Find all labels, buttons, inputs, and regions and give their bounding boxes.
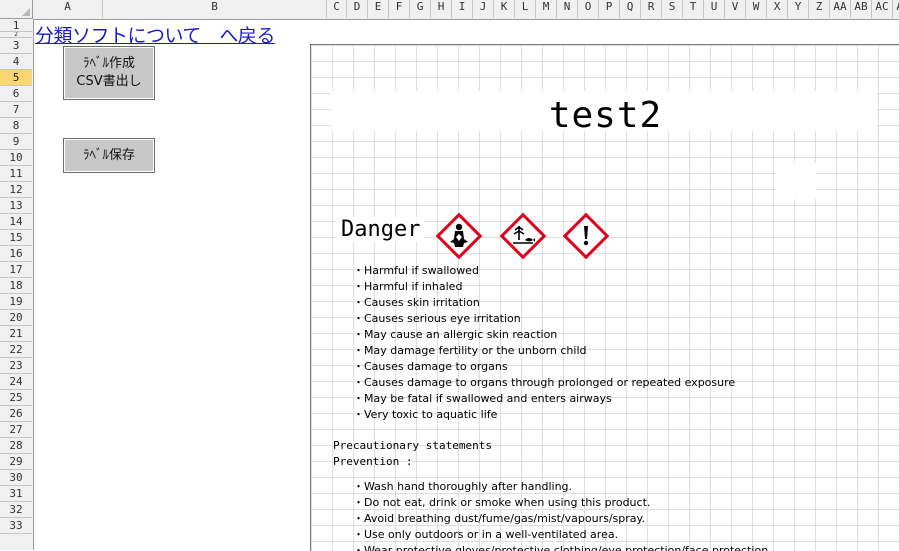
column-header[interactable]: F bbox=[389, 0, 410, 18]
column-header[interactable]: B bbox=[103, 0, 327, 18]
prevention-statement: ・Avoid breathing dust/fume/gas/mist/vapo… bbox=[353, 512, 645, 525]
row-header[interactable]: 27 bbox=[0, 422, 32, 438]
hazard-statement: ・Causes damage to organs through prolong… bbox=[353, 376, 736, 389]
row-header[interactable]: 32 bbox=[0, 502, 32, 518]
column-header[interactable]: V bbox=[725, 0, 746, 18]
row-header[interactable]: 13 bbox=[0, 198, 32, 214]
save-label-button[interactable]: ﾗﾍﾞﾙ保存 bbox=[63, 138, 155, 173]
row-header[interactable]: 23 bbox=[0, 358, 32, 374]
hazard-statement: ・Very toxic to aquatic life bbox=[353, 408, 498, 421]
row-header[interactable]: 20 bbox=[0, 310, 32, 326]
column-header[interactable]: I bbox=[452, 0, 473, 18]
row-header[interactable]: 7 bbox=[0, 102, 32, 118]
row-header[interactable]: 26 bbox=[0, 406, 32, 422]
prevention-heading: Prevention : bbox=[333, 455, 413, 468]
row-header[interactable]: 15 bbox=[0, 230, 32, 246]
column-header[interactable]: E bbox=[368, 0, 389, 18]
create-label-line2: CSV書出し bbox=[76, 74, 142, 89]
row-header[interactable]: 14 bbox=[0, 214, 32, 230]
row-header[interactable]: 16 bbox=[0, 246, 32, 262]
row-header[interactable]: 5 bbox=[0, 70, 32, 86]
environment-icon bbox=[499, 212, 547, 260]
health-hazard-icon bbox=[435, 212, 483, 260]
column-header[interactable]: Q bbox=[620, 0, 641, 18]
row-header[interactable]: 8 bbox=[0, 118, 32, 134]
column-header[interactable]: Z bbox=[809, 0, 830, 18]
row-header[interactable]: 11 bbox=[0, 166, 32, 182]
row-header[interactable]: 22 bbox=[0, 342, 32, 358]
column-header[interactable]: T bbox=[683, 0, 704, 18]
row-header[interactable]: 6 bbox=[0, 86, 32, 102]
hazard-statement: ・Harmful if inhaled bbox=[353, 280, 463, 293]
column-header[interactable]: O bbox=[578, 0, 599, 18]
row-header[interactable]: 4 bbox=[0, 54, 32, 70]
column-header[interactable]: P bbox=[599, 0, 620, 18]
column-header[interactable]: M bbox=[536, 0, 557, 18]
prevention-statement: ・Do not eat, drink or smoke when using t… bbox=[353, 496, 651, 509]
column-header[interactable]: U bbox=[704, 0, 725, 18]
select-all-corner[interactable] bbox=[0, 0, 33, 19]
create-label-line1: ﾗﾍﾞﾙ作成 bbox=[82, 56, 135, 71]
column-header[interactable]: AB bbox=[851, 0, 872, 18]
column-header[interactable]: H bbox=[431, 0, 452, 18]
row-header[interactable]: 24 bbox=[0, 374, 32, 390]
blank-block bbox=[776, 163, 816, 199]
hazard-statement: ・Causes damage to organs bbox=[353, 360, 508, 373]
column-header[interactable]: C bbox=[327, 0, 347, 18]
row-header[interactable]: 31 bbox=[0, 486, 32, 502]
exclamation-mark-icon bbox=[562, 212, 610, 260]
column-header[interactable]: AA bbox=[830, 0, 851, 18]
row-header[interactable]: 10 bbox=[0, 150, 32, 166]
row-header[interactable]: 1 bbox=[0, 19, 32, 32]
prevention-statement: ・Wash hand thoroughly after handling. bbox=[353, 480, 573, 493]
signal-word: Danger bbox=[337, 217, 425, 242]
row-header[interactable]: 29 bbox=[0, 454, 32, 470]
hazard-statement: ・Causes serious eye irritation bbox=[353, 312, 521, 325]
column-header[interactable]: W bbox=[746, 0, 767, 18]
row-header[interactable]: 19 bbox=[0, 294, 32, 310]
row-header[interactable]: 17 bbox=[0, 262, 32, 278]
back-to-about-link[interactable]: 分類ソフトについて へ戻る bbox=[35, 21, 275, 48]
prevention-statements: ・Wash hand thoroughly after handling. ・Do… bbox=[353, 478, 772, 551]
column-header-bar: ABCDEFGHIJKLMNOPQRSTUVWXYZAAABACADAE bbox=[33, 0, 899, 20]
prevention-statement: ・Use only outdoors or in a well-ventilat… bbox=[353, 528, 619, 541]
row-header[interactable]: 33 bbox=[0, 518, 32, 534]
label-title: test2 bbox=[548, 95, 663, 136]
column-header[interactable]: Y bbox=[788, 0, 809, 18]
column-header[interactable]: L bbox=[515, 0, 536, 18]
column-header[interactable]: A bbox=[33, 0, 103, 18]
hazard-statement: ・May damage fertility or the unborn chil… bbox=[353, 344, 587, 357]
row-header[interactable]: 21 bbox=[0, 326, 32, 342]
row-header[interactable]: 3 bbox=[0, 38, 32, 54]
hazard-statement: ・May be fatal if swallowed and enters ai… bbox=[353, 392, 612, 405]
hazard-statements: ・Harmful if swallowed ・Harmful if inhaled… bbox=[353, 262, 735, 422]
column-header[interactable]: R bbox=[641, 0, 662, 18]
column-header[interactable]: X bbox=[767, 0, 788, 18]
column-header[interactable]: N bbox=[557, 0, 578, 18]
hazard-statement: ・May cause an allergic skin reaction bbox=[353, 328, 558, 341]
column-header[interactable]: G bbox=[410, 0, 431, 18]
create-label-csv-button[interactable]: ﾗﾍﾞﾙ作成 CSV書出し bbox=[63, 46, 155, 100]
column-header[interactable]: J bbox=[473, 0, 494, 18]
row-header[interactable]: 9 bbox=[0, 134, 32, 150]
row-header[interactable]: 30 bbox=[0, 470, 32, 486]
column-header[interactable]: AC bbox=[872, 0, 893, 18]
row-header[interactable]: 25 bbox=[0, 390, 32, 406]
column-header[interactable]: K bbox=[494, 0, 515, 18]
hazard-statement: ・Causes skin irritation bbox=[353, 296, 480, 309]
save-label-text: ﾗﾍﾞﾙ保存 bbox=[82, 147, 135, 163]
label-preview: test2 Danger ・Harmful if swallowed ・Harmf… bbox=[310, 44, 899, 551]
row-header[interactable]: 12 bbox=[0, 182, 32, 198]
row-header[interactable]: 28 bbox=[0, 438, 32, 454]
precautionary-heading: Precautionary statements bbox=[333, 439, 492, 452]
hazard-statement: ・Harmful if swallowed bbox=[353, 264, 479, 277]
column-header[interactable]: AD bbox=[893, 0, 899, 18]
column-header[interactable]: S bbox=[662, 0, 683, 18]
row-header[interactable]: 18 bbox=[0, 278, 32, 294]
row-header-bar: 1 2 3 4 5 6 7 8 9 10 11 12 13 14 15 16 17 18 19 20 21 22 23 24 2… bbox=[0, 19, 34, 550]
column-header[interactable]: D bbox=[347, 0, 368, 18]
